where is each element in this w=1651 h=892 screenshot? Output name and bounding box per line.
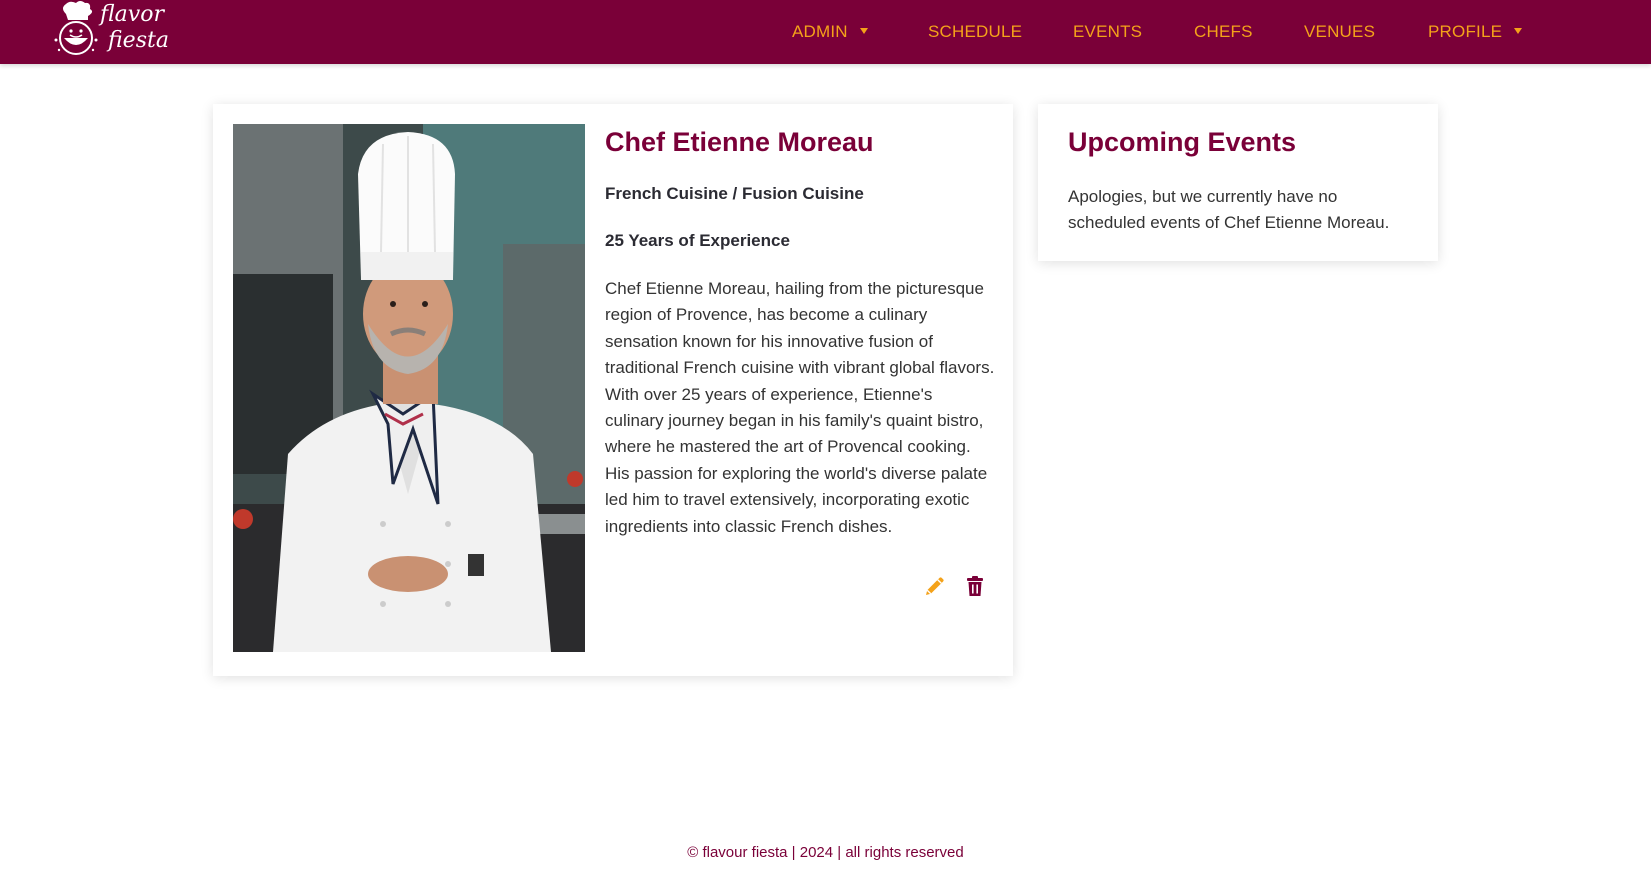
caret-down-icon	[859, 27, 868, 34]
nav-profile-label: PROFILE	[1428, 22, 1503, 41]
nav-chefs[interactable]: CHEFS	[1194, 21, 1253, 43]
nav-profile[interactable]: PROFILE	[1428, 21, 1523, 43]
nav-events[interactable]: EVENTS	[1073, 21, 1142, 43]
nav-admin[interactable]: ADMIN	[792, 21, 868, 43]
trash-icon	[967, 576, 983, 596]
upcoming-events-card: Upcoming Events Apologies, but we curren…	[1038, 104, 1438, 261]
chef-bio: Chef Etienne Moreau, hailing from the pi…	[605, 279, 995, 536]
caret-down-icon	[1514, 27, 1523, 34]
upcoming-events-title: Upcoming Events	[1068, 127, 1297, 157]
nav-schedule[interactable]: SCHEDULE	[928, 21, 1022, 43]
navbar: flavor fiesta ADMIN SCHEDULE EVENTS CHEF…	[0, 0, 1651, 64]
footer-copyright: © flavour fiesta | 2024 | all rights res…	[687, 844, 964, 861]
main-nav: ADMIN SCHEDULE EVENTS CHEFS VENUES PROFI…	[0, 0, 1651, 64]
chef-cuisine: French Cuisine / Fusion Cuisine	[605, 184, 864, 203]
chef-info: Chef Etienne Moreau French Cuisine / Fus…	[605, 124, 995, 540]
no-events-message: Apologies, but we currently have no sche…	[1068, 187, 1390, 232]
pencil-icon	[926, 577, 944, 595]
chef-name: Chef Etienne Moreau	[605, 127, 874, 157]
chef-profile-card: Chef Etienne Moreau French Cuisine / Fus…	[213, 104, 1013, 676]
nav-venues[interactable]: VENUES	[1304, 21, 1375, 43]
chef-photo	[233, 124, 585, 652]
chef-experience: 25 Years of Experience	[605, 231, 790, 250]
nav-admin-label: ADMIN	[792, 22, 848, 41]
edit-chef-button[interactable]	[923, 574, 947, 598]
delete-chef-button[interactable]	[963, 574, 987, 598]
